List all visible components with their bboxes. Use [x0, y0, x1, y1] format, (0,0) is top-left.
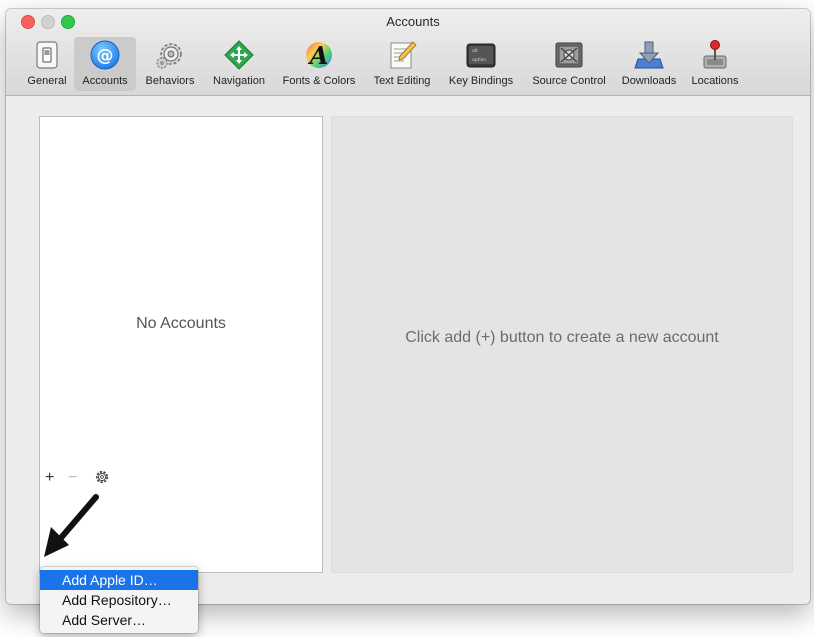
toolbar-item-label: Downloads — [621, 75, 677, 87]
toolbar-item-label: Key Bindings — [448, 75, 514, 87]
toolbar-item-general[interactable]: General — [22, 37, 72, 91]
toolbar: Accounts General @ Accounts Behaviors Na… — [6, 9, 810, 96]
toolbar-item-fonts-colors[interactable]: A Fonts & Colors — [274, 37, 364, 91]
add-account-menu: Add Apple ID… Add Repository… Add Server… — [40, 567, 198, 633]
toolbar-item-accounts[interactable]: @ Accounts — [74, 37, 136, 91]
toolbar-item-label: General — [27, 75, 67, 87]
toolbar-item-text-editing[interactable]: Text Editing — [365, 37, 439, 91]
svg-text:option: option — [472, 57, 486, 63]
svg-text:alt: alt — [472, 48, 478, 54]
source-control-icon — [555, 42, 583, 68]
toolbar-item-behaviors[interactable]: Behaviors — [137, 37, 203, 91]
text-editing-icon — [390, 41, 417, 69]
menu-item-add-repository[interactable]: Add Repository… — [40, 590, 198, 610]
toolbar-item-key-bindings[interactable]: alt option Key Bindings — [440, 37, 522, 91]
gears-icon — [156, 43, 182, 69]
navigation-arrows-icon — [224, 40, 254, 70]
add-account-button[interactable]: + — [45, 470, 54, 486]
toolbar-item-label: Behaviors — [145, 75, 195, 87]
menu-item-add-apple-id[interactable]: Add Apple ID… — [40, 570, 198, 590]
at-sign-icon: @ — [90, 40, 120, 70]
svg-text:A: A — [308, 41, 329, 70]
accounts-pane: No Accounts Click add (+) button to crea… — [6, 96, 810, 604]
gear-icon[interactable] — [95, 470, 109, 484]
downloads-icon — [634, 41, 664, 69]
toolbar-item-label: Locations — [691, 75, 739, 87]
locations-joystick-icon — [703, 40, 727, 69]
fonts-colors-icon: A — [306, 41, 332, 70]
toolbar-item-label: Source Control — [532, 75, 606, 87]
toolbar-item-locations[interactable]: Locations — [683, 37, 747, 91]
toolbar-item-label: Fonts & Colors — [282, 75, 356, 87]
toolbar-item-source-control[interactable]: Source Control — [523, 37, 615, 91]
preferences-window: Accounts General @ Accounts Behaviors Na… — [6, 9, 810, 604]
general-switch-icon — [36, 41, 58, 69]
toolbar-item-label: Navigation — [213, 75, 265, 87]
pointer-arrow-icon — [44, 494, 99, 557]
toolbar-item-label: Accounts — [82, 75, 128, 87]
add-account-hint: Click add (+) button to create a new acc… — [405, 329, 719, 346]
toolbar-item-downloads[interactable]: Downloads — [616, 37, 682, 91]
empty-list-label: No Accounts — [136, 315, 226, 332]
toolbar-item-navigation[interactable]: Navigation — [205, 37, 273, 91]
remove-account-button[interactable]: − — [68, 470, 77, 486]
window-title: Accounts — [386, 14, 440, 29]
menu-item-add-server[interactable]: Add Server… — [40, 610, 198, 630]
svg-text:@: @ — [97, 46, 114, 66]
toolbar-item-label: Text Editing — [373, 75, 431, 87]
account-detail-pane: Click add (+) button to create a new acc… — [331, 116, 793, 573]
keyboard-key-icon: alt option — [466, 43, 496, 68]
